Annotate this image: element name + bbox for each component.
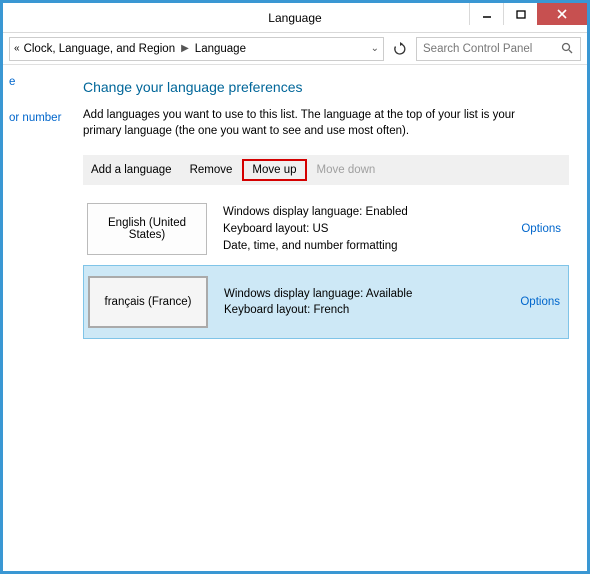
language-row[interactable]: English (United States) Windows display … [83,193,569,265]
add-language-button[interactable]: Add a language [91,164,172,176]
close-button[interactable] [537,3,587,25]
chevron-down-icon[interactable]: ⌄ [371,43,379,54]
close-icon [556,8,568,20]
language-list: English (United States) Windows display … [83,193,569,339]
maximize-icon [516,9,526,19]
language-name: English (United States) [92,217,202,241]
maximize-button[interactable] [503,3,537,25]
window-title: Language [268,11,321,25]
search-input[interactable]: Search Control Panel [416,37,581,61]
search-icon [561,42,574,55]
chevron-left-icon: « [14,43,20,54]
nav-bar: « Clock, Language, and Region ▶ Language… [3,33,587,65]
toolbar: Add a language Remove Move up Move down [83,155,569,185]
search-placeholder: Search Control Panel [423,43,532,55]
refresh-icon [393,42,407,56]
title-bar: Language [3,3,587,33]
language-row[interactable]: français (France) Windows display langua… [83,265,569,339]
move-up-button[interactable]: Move up [242,159,306,181]
sidebar-link-1[interactable]: e [9,73,59,91]
window-controls [469,3,587,25]
minimize-button[interactable] [469,3,503,25]
minimize-icon [482,9,492,19]
language-details: Windows display language: Enabled Keyboa… [223,204,505,254]
sidebar: e or number [3,65,65,571]
page-title: Change your language preferences [83,79,569,95]
move-down-button: Move down [317,164,376,176]
refresh-button[interactable] [388,37,412,61]
language-tile[interactable]: français (France) [88,276,208,328]
breadcrumb-current[interactable]: Language [195,43,246,55]
options-link[interactable]: Options [521,223,561,235]
options-link[interactable]: Options [520,296,560,308]
language-name: français (France) [105,296,192,308]
sidebar-link-2[interactable]: or number [9,109,59,127]
keyboard-layout: Keyboard layout: French [224,302,504,319]
chevron-right-icon: ▶ [181,43,189,54]
display-language-status: Windows display language: Enabled [223,204,505,221]
language-tile[interactable]: English (United States) [87,203,207,255]
date-format-info: Date, time, and number formatting [223,238,505,255]
breadcrumb-parent[interactable]: Clock, Language, and Region [24,43,176,55]
language-details: Windows display language: Available Keyb… [224,286,504,319]
main-content: Change your language preferences Add lan… [65,65,587,571]
page-description: Add languages you want to use to this li… [83,107,543,139]
keyboard-layout: Keyboard layout: US [223,221,505,238]
display-language-status: Windows display language: Available [224,286,504,303]
remove-button[interactable]: Remove [190,164,233,176]
body-area: e or number Change your language prefere… [3,65,587,571]
breadcrumb[interactable]: « Clock, Language, and Region ▶ Language… [9,37,384,61]
